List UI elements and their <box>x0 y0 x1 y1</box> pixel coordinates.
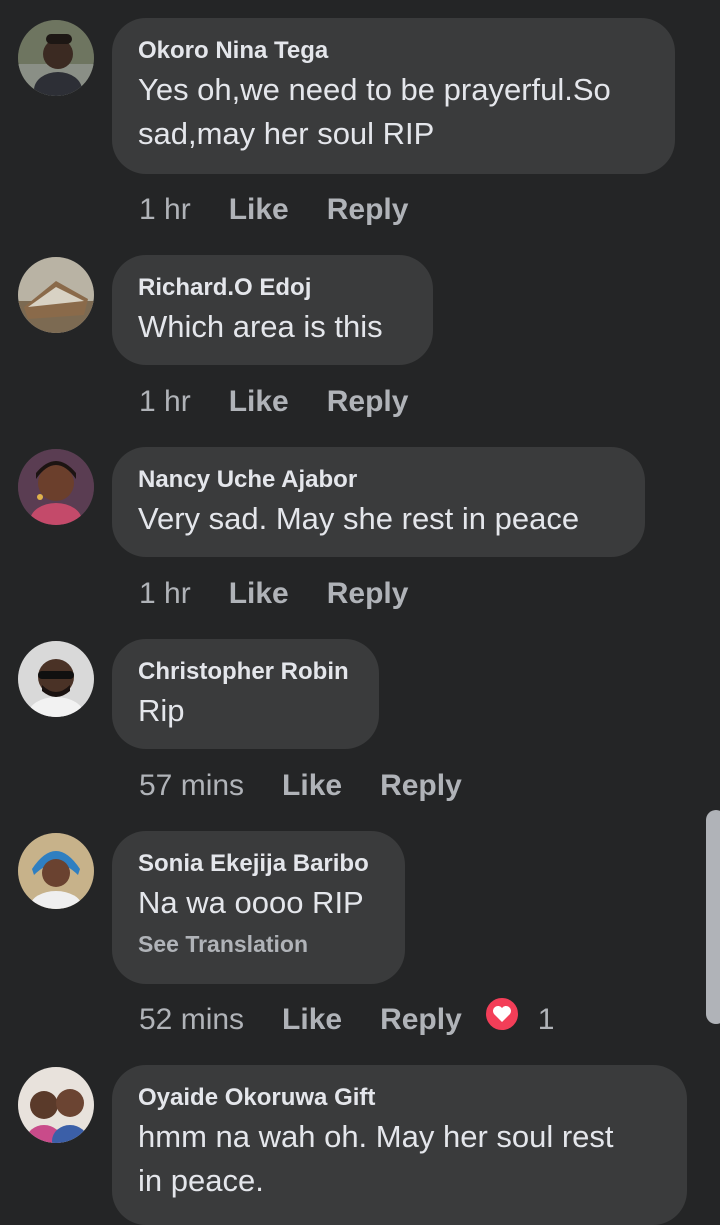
reply-button[interactable]: Reply <box>327 190 409 230</box>
comment-timestamp[interactable]: 1 hr <box>139 190 191 230</box>
comment-bubble: Oyaide Okoruwa Gift hmm na wah oh. May h… <box>112 1065 687 1225</box>
like-button[interactable]: Like <box>282 1000 342 1040</box>
comment-actions: 1 hr Like Reply <box>139 574 408 614</box>
love-reaction-icon <box>483 996 520 1032</box>
commenter-name[interactable]: Oyaide Okoruwa Gift <box>138 1083 661 1113</box>
comment-bubble: Sonia Ekejija Baribo Na wa oooo RIP See … <box>112 831 405 984</box>
comment-text: hmm na wah oh. May her soul rest in peace… <box>138 1119 614 1198</box>
comment-actions: 52 mins Like Reply 1 <box>139 996 555 1040</box>
comment-actions: 1 hr Like Reply <box>139 190 408 230</box>
reply-button[interactable]: Reply <box>327 574 409 614</box>
avatar[interactable] <box>18 641 94 717</box>
reply-button[interactable]: Reply <box>327 382 409 422</box>
avatar[interactable] <box>18 449 94 525</box>
commenter-name[interactable]: Nancy Uche Ajabor <box>138 465 619 495</box>
avatar[interactable] <box>18 1067 94 1143</box>
comment-text: Na wa oooo RIP <box>138 885 364 920</box>
reaction-summary[interactable]: 1 <box>483 996 555 1040</box>
comment-timestamp[interactable]: 57 mins <box>139 766 244 806</box>
comment-text: Very sad. May she rest in peace <box>138 501 580 536</box>
reply-button[interactable]: Reply <box>380 1000 462 1040</box>
comment-text: Which area is this <box>138 309 383 344</box>
like-button[interactable]: Like <box>229 382 289 422</box>
see-translation-link[interactable]: See Translation <box>138 929 379 959</box>
scrollbar-handle[interactable] <box>706 810 720 1024</box>
comment-bubble: Richard.O Edoj Which area is this <box>112 255 433 365</box>
comment-timestamp[interactable]: 1 hr <box>139 574 191 614</box>
comment-actions: 1 hr Like Reply <box>139 382 408 422</box>
commenter-name[interactable]: Okoro Nina Tega <box>138 36 649 66</box>
like-button[interactable]: Like <box>229 190 289 230</box>
comment-actions: 57 mins Like Reply <box>139 766 462 806</box>
avatar[interactable] <box>18 257 94 333</box>
comment-timestamp[interactable]: 52 mins <box>139 1000 244 1040</box>
commenter-name[interactable]: Sonia Ekejija Baribo <box>138 849 379 879</box>
comment-text: Rip <box>138 693 185 728</box>
comment-timestamp[interactable]: 1 hr <box>139 382 191 422</box>
comment-bubble: Nancy Uche Ajabor Very sad. May she rest… <box>112 447 645 557</box>
like-button[interactable]: Like <box>229 574 289 614</box>
avatar[interactable] <box>18 20 94 96</box>
comment-bubble: Okoro Nina Tega Yes oh,we need to be pra… <box>112 18 675 174</box>
reply-button[interactable]: Reply <box>380 766 462 806</box>
comment-text: Yes oh,we need to be prayerful.So sad,may… <box>138 72 611 151</box>
reaction-count: 1 <box>537 1003 555 1036</box>
comment-bubble: Christopher Robin Rip <box>112 639 379 749</box>
commenter-name[interactable]: Richard.O Edoj <box>138 273 407 303</box>
like-button[interactable]: Like <box>282 766 342 806</box>
avatar[interactable] <box>18 833 94 909</box>
commenter-name[interactable]: Christopher Robin <box>138 657 353 687</box>
